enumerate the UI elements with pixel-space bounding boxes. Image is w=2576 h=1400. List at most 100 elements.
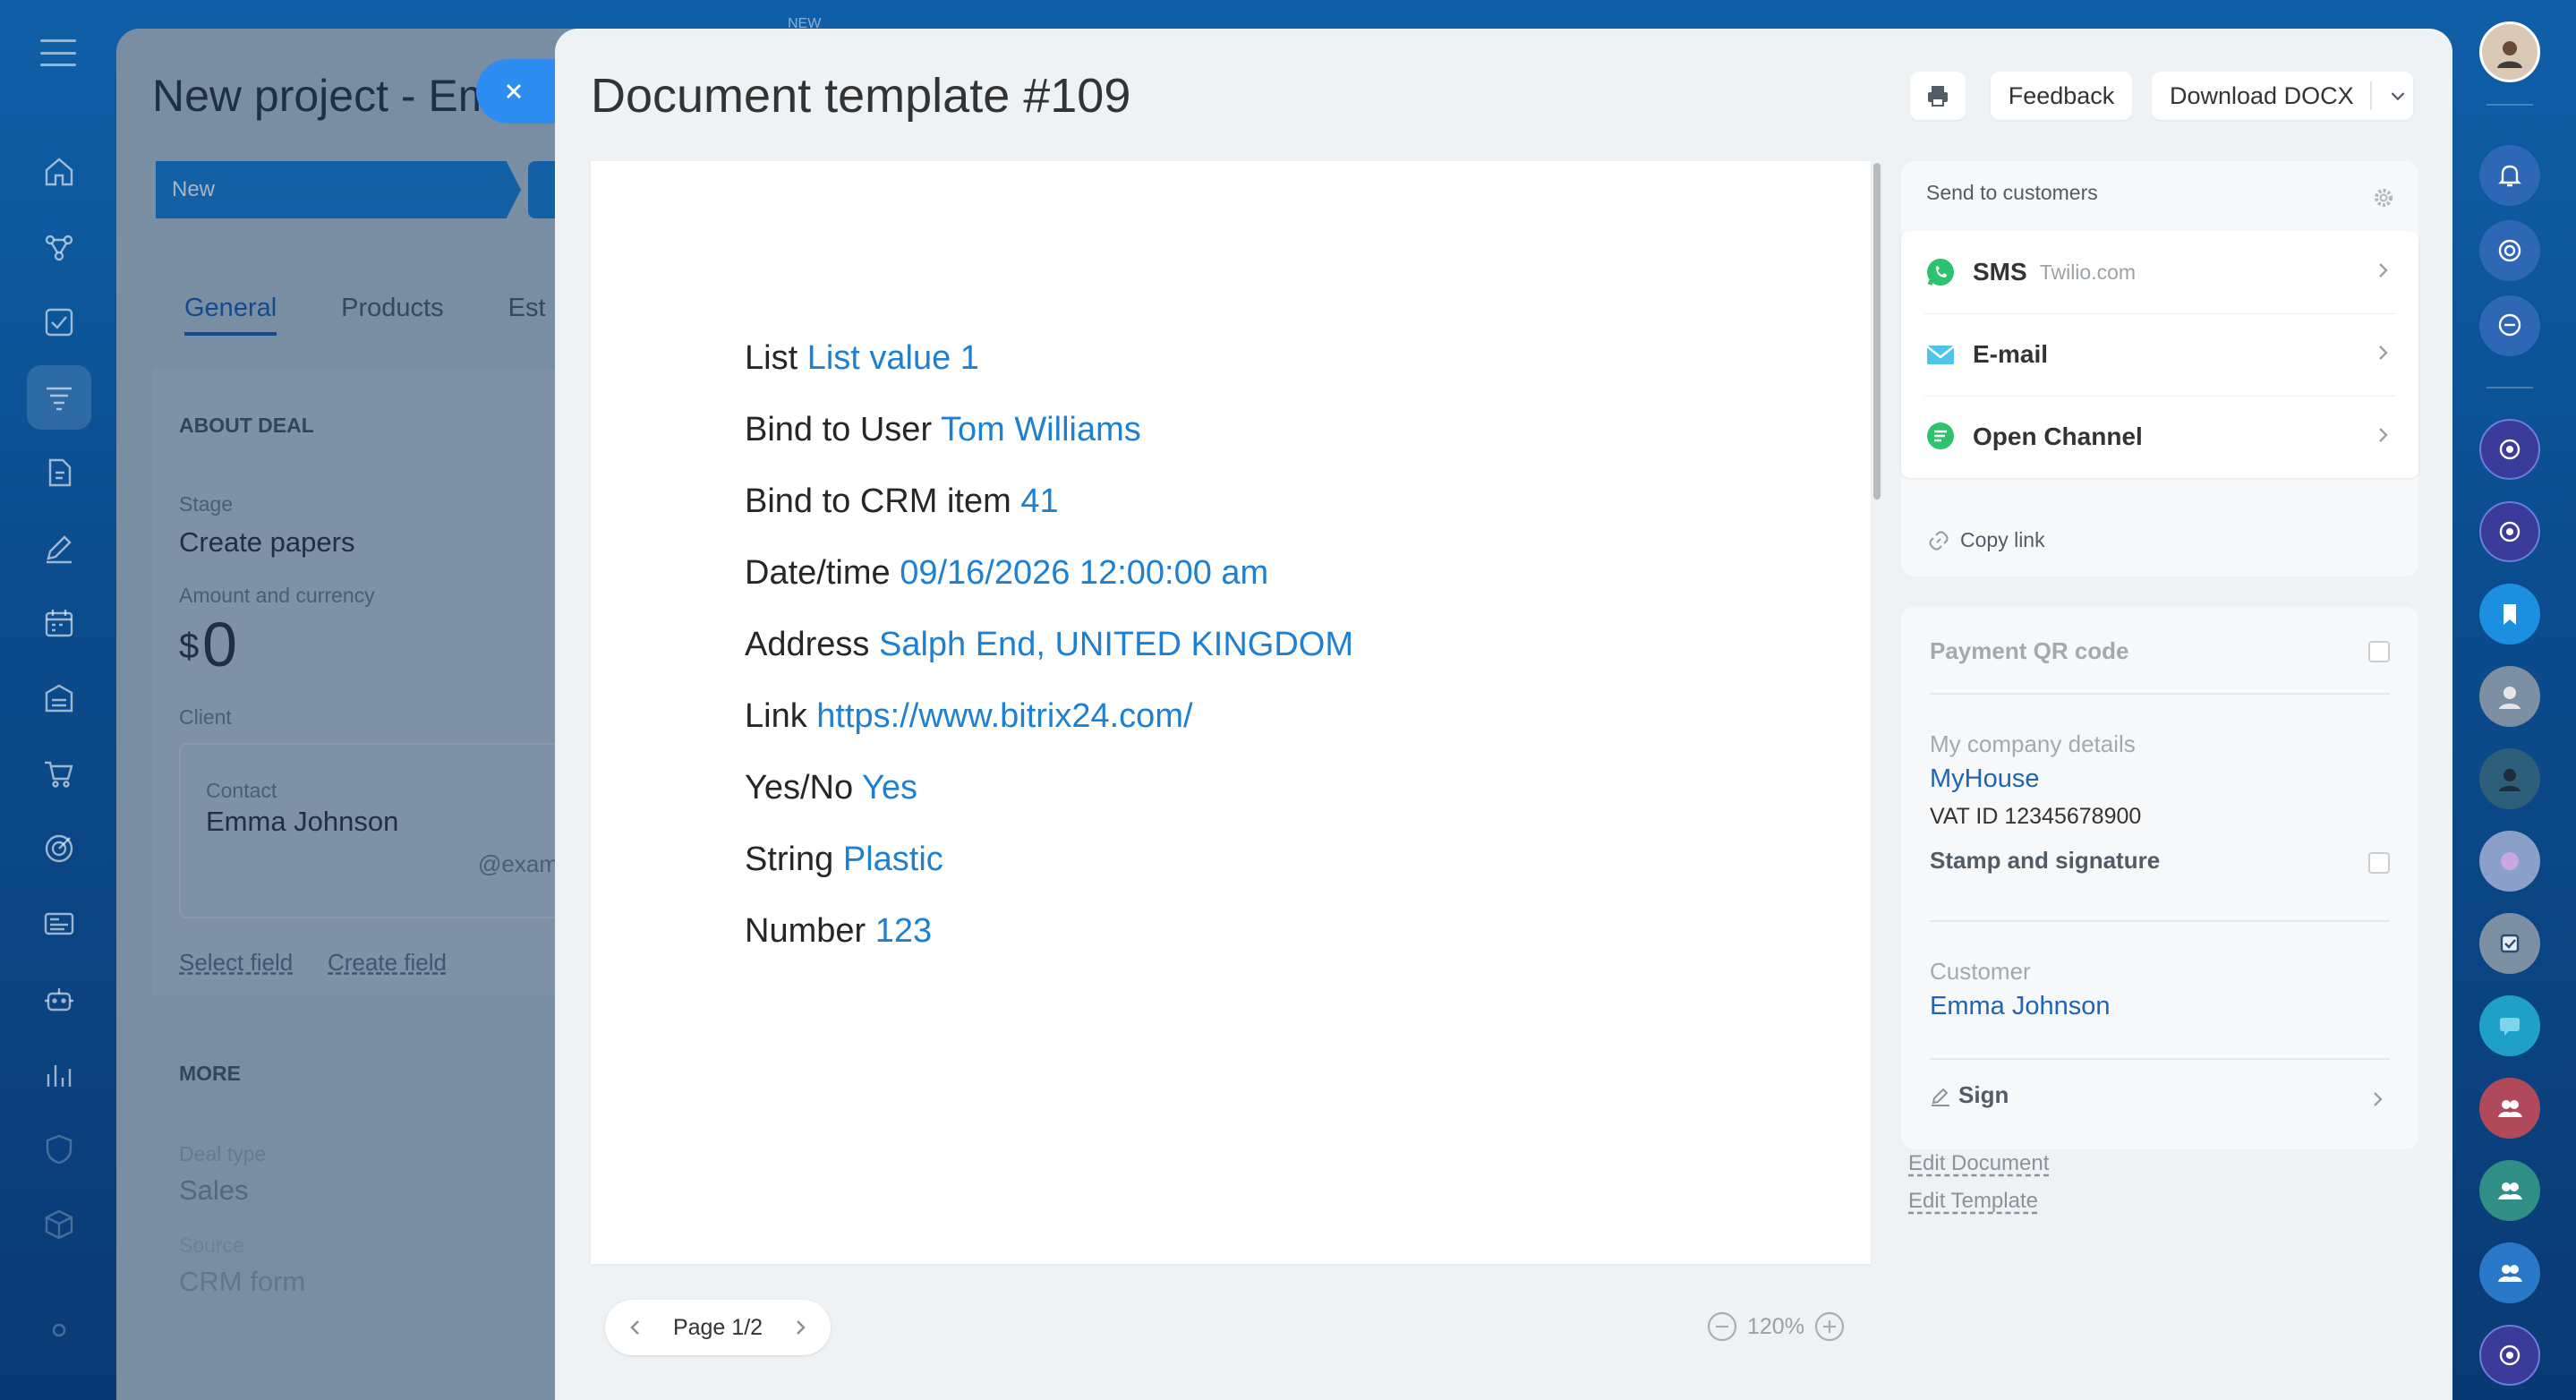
background-deal-card: New project - Em New General Products Es… xyxy=(116,29,600,1400)
document-slider: Document template #109 Feedback Download… xyxy=(555,29,2452,1400)
chevron-right-icon[interactable] xyxy=(791,1319,809,1336)
copilot-icon[interactable] xyxy=(2479,419,2540,480)
document-scrollbar[interactable] xyxy=(1873,163,1881,499)
payment-qr-checkbox[interactable] xyxy=(2368,641,2390,662)
doc-line: String Plastic xyxy=(745,841,943,878)
contact-avatar-3[interactable] xyxy=(2479,831,2540,892)
edit-document-link[interactable]: Edit Document xyxy=(1908,1151,2049,1176)
analytics-icon[interactable] xyxy=(27,1042,91,1106)
group-chat-icon-1[interactable] xyxy=(2479,1078,2540,1139)
tasks-icon[interactable] xyxy=(27,290,91,354)
page-navigator: Page 1/2 xyxy=(605,1300,831,1355)
shield-icon[interactable] xyxy=(27,1117,91,1182)
contact-avatar-1[interactable] xyxy=(2479,666,2540,727)
doc-line: List List value 1 xyxy=(745,339,979,377)
download-docx-button[interactable]: Download DOCX xyxy=(2152,72,2413,120)
source-label: Source xyxy=(179,1234,244,1257)
tab-products[interactable]: Products xyxy=(341,294,443,336)
messages-icon[interactable] xyxy=(2479,995,2540,1056)
chat-icon xyxy=(1927,423,1954,449)
stage-value: Create papers xyxy=(179,526,355,558)
download-label: Download DOCX xyxy=(2170,81,2354,109)
cart-icon[interactable] xyxy=(27,741,91,806)
deal-title: New project - Em xyxy=(152,71,496,121)
amount-label: Amount and currency xyxy=(179,584,375,607)
channel-sms[interactable]: SMS Twilio.com xyxy=(1901,231,2418,313)
group-chat-icon-3[interactable] xyxy=(2479,1242,2540,1303)
copilot-bottom-icon[interactable] xyxy=(2479,1325,2540,1386)
target-icon[interactable] xyxy=(27,816,91,881)
robot-icon[interactable] xyxy=(27,967,91,1031)
stamp-signature-label: Stamp and signature xyxy=(1930,847,2161,874)
goals-icon[interactable] xyxy=(2479,220,2540,281)
link-icon xyxy=(1929,530,1949,551)
sign-pen-icon xyxy=(1932,1088,1949,1106)
create-field-link[interactable]: Create field xyxy=(328,949,447,977)
user-avatar[interactable] xyxy=(2479,21,2540,82)
group-chat-icon-2[interactable] xyxy=(2479,1160,2540,1221)
menu-icon[interactable] xyxy=(40,39,76,66)
bookmark-icon[interactable] xyxy=(2479,584,2540,645)
print-button[interactable] xyxy=(1910,72,1966,120)
zoom-in-icon[interactable] xyxy=(1813,1310,1846,1343)
company-details-label: My company details xyxy=(1930,730,2136,757)
contact-avatar-2[interactable] xyxy=(2479,748,2540,809)
client-label: Client xyxy=(179,705,232,729)
filter-funnel-icon[interactable] xyxy=(27,365,91,430)
zoom-level: 120% xyxy=(1747,1313,1804,1339)
channel-email[interactable]: E-mail xyxy=(1901,313,2418,396)
box-icon[interactable] xyxy=(27,1192,91,1257)
chevron-right-icon[interactable] xyxy=(2368,1090,2386,1108)
send-to-customers-panel: Send to customers SMS Twilio.com E-mail … xyxy=(1901,161,2418,576)
tab-general[interactable]: General xyxy=(184,294,277,336)
deal-type-label: Deal type xyxy=(179,1142,267,1165)
contact-label: Contact xyxy=(206,779,277,802)
chevron-right-icon xyxy=(2379,346,2388,360)
company-name-link[interactable]: MyHouse xyxy=(1930,764,2040,794)
bell-icon[interactable] xyxy=(2479,145,2540,206)
copilot-chat-icon[interactable] xyxy=(2479,501,2540,562)
chevron-right-icon xyxy=(2379,263,2388,277)
sign-button[interactable]: Sign xyxy=(1930,1081,2009,1109)
zoom-control: 120% xyxy=(1706,1310,1846,1343)
section-about-deal: ABOUT DEAL xyxy=(179,414,314,437)
stage-new[interactable]: New xyxy=(156,161,521,218)
edit-template-link[interactable]: Edit Template xyxy=(1908,1189,2038,1214)
channel-open-channel[interactable]: Open Channel xyxy=(1901,396,2418,478)
chevron-down-icon[interactable] xyxy=(2388,86,2408,106)
channel-list: SMS Twilio.com E-mail Open Channel xyxy=(1901,231,2418,478)
customer-name-link[interactable]: Emma Johnson xyxy=(1930,992,2111,1021)
section-more: MORE xyxy=(179,1062,241,1085)
search-chat-icon[interactable] xyxy=(2479,295,2540,356)
select-field-link[interactable]: Select field xyxy=(179,949,293,977)
chevron-left-icon[interactable] xyxy=(627,1319,644,1336)
copy-link-button[interactable]: Copy link xyxy=(1928,528,2045,552)
gear-icon[interactable] xyxy=(2372,186,2395,209)
mail-icon xyxy=(1926,346,1955,364)
calendar-icon[interactable] xyxy=(27,591,91,655)
crm-network-icon[interactable] xyxy=(27,215,91,279)
doc-line: Number 123 xyxy=(745,912,933,950)
printer-icon xyxy=(1928,86,1948,107)
settings-icon[interactable] xyxy=(27,1298,91,1362)
page-indicator: Page 1/2 xyxy=(672,1314,763,1340)
newsletter-icon[interactable] xyxy=(27,892,91,956)
whatsapp-icon xyxy=(1927,259,1954,286)
document-icon[interactable] xyxy=(27,440,91,505)
tab-estimates[interactable]: Est xyxy=(508,294,546,336)
edit-pen-icon[interactable] xyxy=(27,516,91,580)
storage-icon[interactable] xyxy=(27,666,91,730)
close-icon xyxy=(506,83,522,99)
close-slider-button[interactable] xyxy=(476,59,559,124)
left-sidebar xyxy=(0,0,116,1400)
doc-line: Address Salph End, UNITED KINGDOM xyxy=(745,626,1354,663)
document-preview: List List value 1 Bind to User Tom Willi… xyxy=(591,161,1871,1264)
home-icon[interactable] xyxy=(27,140,91,204)
checklist-icon[interactable] xyxy=(2479,913,2540,974)
feedback-button[interactable]: Feedback xyxy=(1991,72,2132,120)
stage-label: Stage xyxy=(179,492,234,516)
contact-value[interactable]: Emma Johnson xyxy=(206,806,398,838)
stamp-signature-checkbox[interactable] xyxy=(2368,852,2390,874)
zoom-out-icon[interactable] xyxy=(1706,1310,1738,1343)
doc-line: Date/time 09/16/2026 12:00:00 am xyxy=(745,554,1269,592)
